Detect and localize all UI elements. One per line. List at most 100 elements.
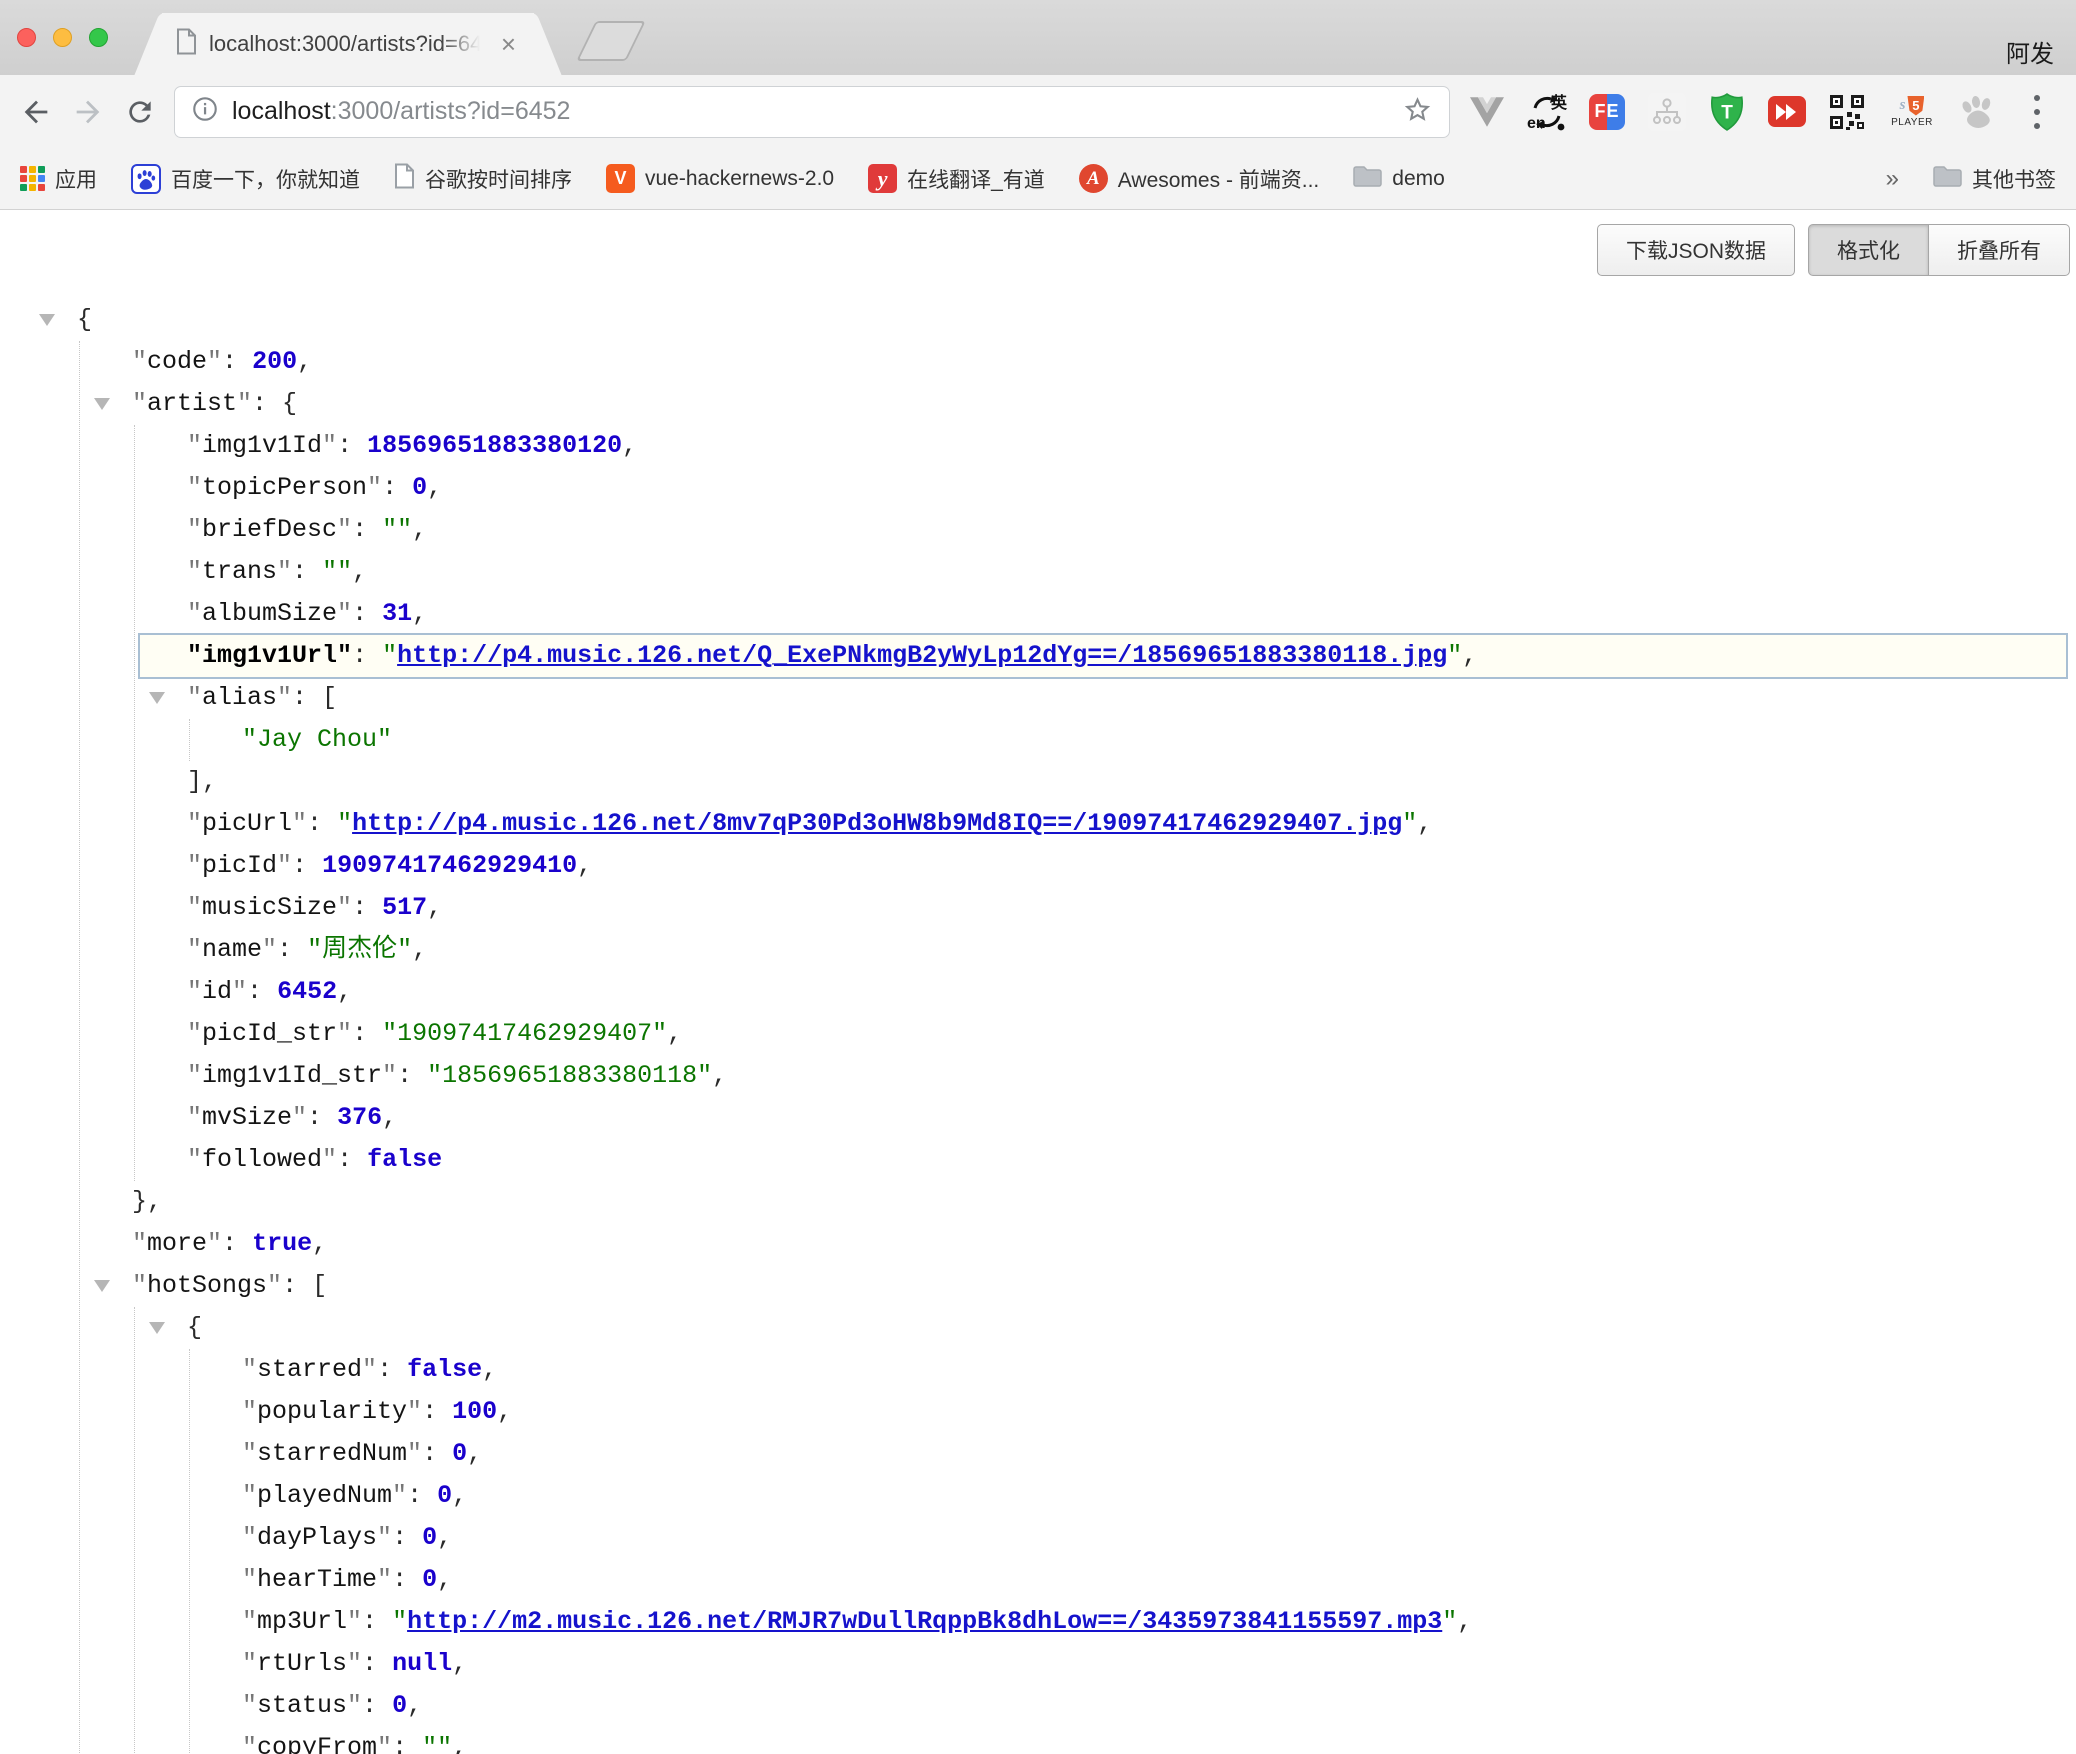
json-key: "copyFrom" [242,1733,392,1754]
json-punct: : [382,473,412,502]
fast-forward-icon[interactable] [1764,89,1810,135]
new-tab-button[interactable] [576,21,646,61]
bookmark-star-icon[interactable] [1402,94,1433,130]
json-punct: : [407,1481,437,1510]
json-punct: , [452,1649,467,1678]
bookmark-baidu[interactable]: 百度一下，你就知道 [131,164,360,194]
json-punct: : [337,431,367,460]
green-shield-t-icon[interactable]: T [1704,89,1750,135]
json-line: "followed": false [187,1139,2076,1181]
forward-button[interactable] [62,86,114,138]
collapse-all-button[interactable]: 折叠所有 [1929,224,2070,276]
zoom-window-icon[interactable] [89,28,108,47]
address-bar[interactable]: localhost:3000/artists?id=6452 [174,86,1450,138]
browser-tab[interactable]: localhost:3000/artists?id=645 × [162,13,534,75]
json-line: ], [187,761,2076,803]
bookmark-apps[interactable]: 应用 [20,164,97,194]
bookmark-awesomes[interactable]: A Awesomes - 前端资... [1079,164,1320,194]
json-key: "playedNum" [242,1481,407,1510]
format-button[interactable]: 格式化 [1808,224,1929,276]
json-key: "dayPlays" [242,1523,392,1552]
json-punct: : [352,1019,382,1048]
bookmark-vue-hackernews[interactable]: V vue-hackernews-2.0 [606,164,834,193]
fe-helper-icon[interactable]: FE [1584,89,1630,135]
json-block: "code": 200,"artist": {"img1v1Id": 18569… [79,341,2076,1754]
back-button[interactable] [10,86,62,138]
json-punct: : [362,1607,392,1636]
menu-kebab-icon[interactable] [2014,89,2060,135]
json-punct: , [452,1733,467,1754]
json-punct: , [297,347,312,376]
json-punct: , [712,1061,727,1090]
tab-close-icon[interactable]: × [501,31,516,57]
bookmark-google-sort[interactable]: 谷歌按时间排序 [394,163,572,194]
json-number: null [392,1649,452,1678]
json-punct: : [307,1103,337,1132]
json-punct: : [352,893,382,922]
json-punct: , [427,893,442,922]
url-text[interactable]: localhost:3000/artists?id=6452 [232,97,570,126]
bookmark-youdao-translate[interactable]: y 在线翻译_有道 [868,164,1045,194]
json-key: "name" [187,935,277,964]
json-punct: , [1457,1607,1472,1636]
collapse-triangle-icon[interactable] [94,398,110,410]
json-key: "musicSize" [187,893,352,922]
html5-player-icon[interactable]: s5 PLAYER [1884,89,1940,135]
site-info-icon[interactable] [191,95,219,128]
json-key: "artist" [132,389,252,418]
json-punct: , [622,431,637,460]
json-punct: , [407,1691,422,1720]
json-line: }, [132,1181,2076,1223]
json-key: "code" [132,347,222,376]
close-window-icon[interactable] [17,28,36,47]
json-line: { [187,1307,2076,1349]
json-line: { [77,299,2076,341]
bookmark-folder-demo[interactable]: demo [1353,165,1445,192]
org-chart-icon[interactable] [1644,89,1690,135]
json-quote: " [382,641,397,670]
json-punct: , [1417,809,1432,838]
json-punct: : [392,1733,422,1754]
json-number: 100 [452,1397,497,1426]
json-string: "Jay Chou" [242,725,392,754]
json-punct: , [412,515,427,544]
collapse-triangle-icon[interactable] [149,692,165,704]
json-punct: : [247,977,277,1006]
json-key: "starredNum" [242,1439,422,1468]
json-key: "hotSongs" [132,1271,282,1300]
vue-tile-icon: V [606,164,635,193]
json-string: "19097417462929407" [382,1019,667,1048]
json-punct: , [667,1019,682,1048]
json-url-link[interactable]: http://p4.music.126.net/8mv7qP30Pd3oHW8b… [352,809,1402,838]
json-key: "hearTime" [242,1565,392,1594]
json-key: "followed" [187,1145,337,1174]
tab-title: localhost:3000/artists?id=645 [209,31,487,57]
profile-name[interactable]: 阿发 [2006,34,2054,69]
reload-button[interactable] [114,86,166,138]
collapse-triangle-icon[interactable] [39,314,55,326]
json-line: "playedNum": 0, [242,1475,2076,1517]
collapse-triangle-icon[interactable] [149,1322,165,1334]
minimize-window-icon[interactable] [53,28,72,47]
json-punct: : [392,1565,422,1594]
json-viewer-actions: 下载JSON数据 格式化 折叠所有 [1597,224,2070,276]
qr-code-icon[interactable] [1824,89,1870,135]
json-url-link[interactable]: http://p4.music.126.net/Q_ExePNkmgB2yWyL… [397,641,1447,670]
json-line: "musicSize": 517, [187,887,2076,929]
json-punct: , [497,1397,512,1426]
json-punct: : [392,1523,422,1552]
translate-icon[interactable]: 英 en [1524,89,1570,135]
json-punct: : [352,599,382,628]
bookmarks-overflow-chevron[interactable]: » [1886,165,1899,193]
paw-icon[interactable] [1954,89,2000,135]
vue-devtools-icon[interactable] [1464,89,1510,135]
json-quote: " [392,1607,407,1636]
download-json-button[interactable]: 下载JSON数据 [1597,224,1795,276]
collapse-triangle-icon[interactable] [94,1280,110,1292]
json-punct: ], [187,767,217,796]
json-key: "img1v1Url" [187,641,352,670]
json-punct: { [77,305,92,334]
bookmark-other-folder[interactable]: 其他书签 [1933,164,2056,194]
json-url-link[interactable]: http://m2.music.126.net/RMJR7wDullRqppBk… [407,1607,1442,1636]
json-number: 6452 [277,977,337,1006]
